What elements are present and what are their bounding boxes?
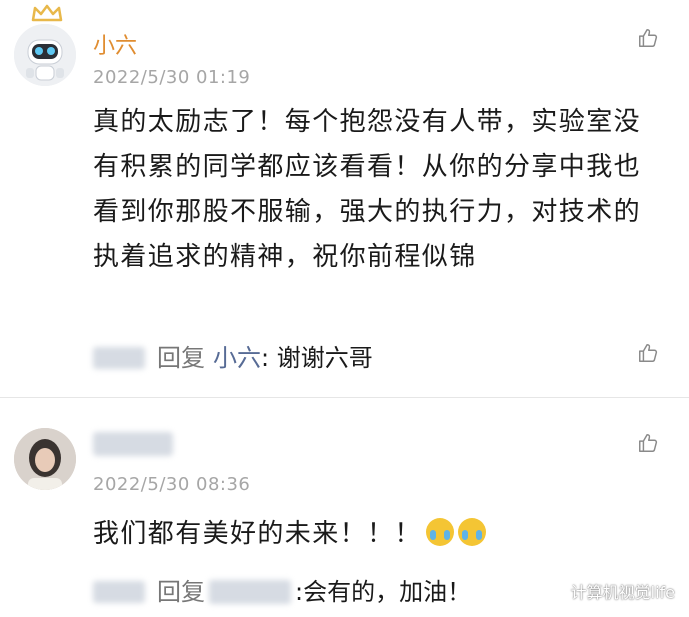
reply-label: 回复	[157, 344, 205, 372]
crown-icon	[31, 4, 63, 22]
replier-name[interactable]: 小六	[213, 344, 261, 372]
robot-avatar-icon	[14, 24, 76, 86]
crying-emoji-icon	[425, 518, 454, 546]
comment-timestamp: 2022/5/30 08:36	[93, 474, 251, 495]
comment-item: 小六 2022/5/30 01:19 真的太励志了！每个抱怨没有人带，实验室没有…	[0, 0, 689, 395]
thumbs-up-icon[interactable]	[637, 27, 659, 49]
comment-text: 我们都有美好的未来！！！	[93, 512, 633, 557]
comment-timestamp: 2022/5/30 01:19	[93, 67, 251, 88]
wechat-channel-icon	[545, 584, 564, 598]
reply-row: 回复:会有的，加油！	[93, 572, 471, 607]
blurred-date	[93, 581, 145, 603]
blurred-date	[93, 347, 145, 369]
commenter-name-blurred[interactable]	[93, 432, 173, 456]
blurred-replier-name[interactable]	[209, 580, 291, 604]
divider	[0, 397, 689, 398]
reply-text: 谢谢六哥	[276, 344, 373, 372]
reply-separator: :	[295, 578, 304, 606]
reply-text: 会有的，加油！	[303, 578, 472, 606]
reply-row: 回复 小六: 谢谢六哥	[93, 338, 373, 373]
person-avatar-icon	[14, 428, 76, 490]
reply-separator: :	[261, 344, 270, 372]
commenter-name[interactable]: 小六	[93, 28, 137, 60]
thumbs-up-icon[interactable]	[637, 432, 659, 454]
watermark-text: 计算机视觉life	[570, 583, 675, 602]
avatar[interactable]	[14, 24, 76, 86]
comment-text: 真的太励志了！每个抱怨没有人带，实验室没有积累的同学都应该看看！从你的分享中我也…	[93, 107, 642, 272]
watermark: 计算机视觉life	[545, 579, 675, 603]
thumbs-up-icon[interactable]	[637, 342, 659, 364]
avatar[interactable]	[14, 428, 76, 490]
crying-emoji-icon	[457, 518, 486, 546]
comment-text-content: 我们都有美好的未来！！！	[93, 519, 422, 549]
reply-label: 回复	[157, 578, 205, 606]
